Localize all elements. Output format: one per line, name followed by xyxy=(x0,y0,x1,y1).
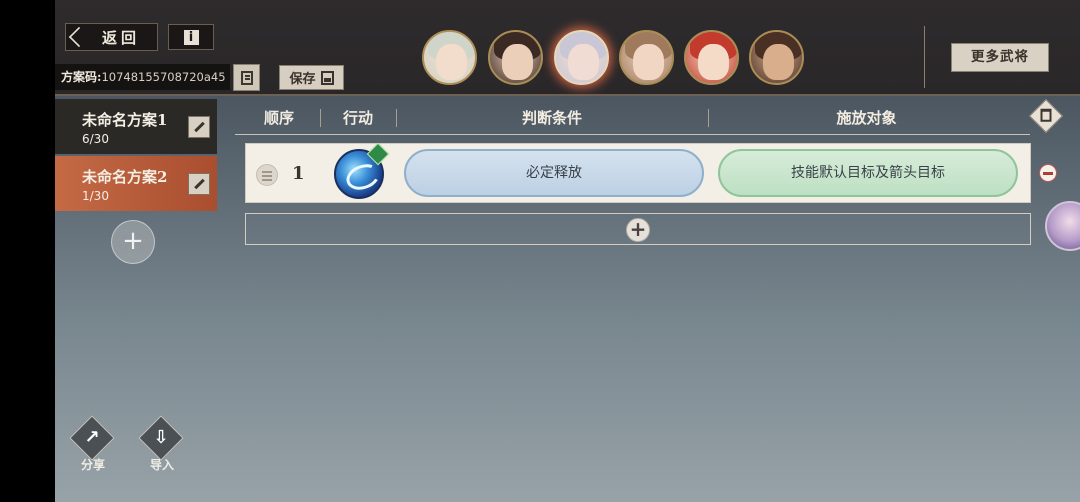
hero-portrait-4[interactable] xyxy=(619,30,674,85)
plan-count: 6/30 xyxy=(82,132,109,146)
plan-item-1[interactable]: 未命名方案1 6/30 xyxy=(55,99,217,154)
download-arrow-icon: ⇩ xyxy=(153,427,169,448)
hero-portrait-6[interactable] xyxy=(749,30,804,85)
side-avatar-icon[interactable] xyxy=(1045,201,1080,251)
trash-icon xyxy=(1040,108,1052,122)
back-button[interactable]: 返回 xyxy=(65,23,158,51)
copy-icon xyxy=(240,70,253,85)
condition-pill[interactable]: 必定释放 xyxy=(404,149,704,197)
hero-portrait-5[interactable] xyxy=(684,30,739,85)
remove-row-button[interactable] xyxy=(1039,164,1057,182)
plan-count: 1/30 xyxy=(82,189,109,203)
table-row[interactable]: 1 必定释放 技能默认目标及箭头目标 xyxy=(245,142,1031,203)
more-generals-button[interactable]: 更多武将 xyxy=(951,43,1049,72)
save-label: 保存 xyxy=(289,72,316,87)
import-label: 导入 xyxy=(149,458,174,472)
share-button[interactable]: ↗ 分享 xyxy=(68,415,118,474)
back-label: 返回 xyxy=(102,28,141,47)
add-plan-button[interactable]: + xyxy=(111,220,155,264)
delete-all-button[interactable] xyxy=(1029,99,1063,133)
target-pill[interactable]: 技能默认目标及箭头目标 xyxy=(718,149,1018,197)
info-icon: i xyxy=(183,29,199,45)
header-target: 施放对象 xyxy=(836,109,897,127)
hero-3-face xyxy=(568,44,599,80)
pencil-icon xyxy=(193,178,205,190)
plan-code-field: 方案码:10748155708720a45 xyxy=(55,64,230,90)
header-divider xyxy=(320,109,321,127)
plan-item-2-selected[interactable]: 未命名方案2 1/30 xyxy=(55,156,217,211)
header-action: 行动 xyxy=(342,109,373,127)
header-condition: 判断条件 xyxy=(521,109,582,127)
plan-name: 未命名方案2 xyxy=(82,168,168,186)
save-disk-icon xyxy=(320,70,334,85)
edit-plan-1-button[interactable] xyxy=(188,116,210,138)
hero-2-face xyxy=(502,44,533,80)
top-bar: 返回 i 方案码:10748155708720a45 保存 更多武将 xyxy=(55,0,1080,96)
table-header: 顺序 行动 判断条件 施放对象 xyxy=(235,99,1030,135)
add-row-bar[interactable]: + xyxy=(245,213,1031,245)
game-screen: 返回 i 方案码:10748155708720a45 保存 更多武将 未命名方案… xyxy=(55,0,1080,502)
left-black-bar xyxy=(0,0,55,502)
hero-4-face xyxy=(633,44,664,80)
drag-handle-icon[interactable] xyxy=(256,164,278,186)
hero-1-face xyxy=(436,44,467,80)
top-divider xyxy=(924,26,925,88)
hero-portrait-3-selected[interactable] xyxy=(554,30,609,85)
pencil-icon xyxy=(193,121,205,133)
hero-5-face xyxy=(698,44,729,80)
hero-6-face xyxy=(763,44,794,80)
share-arrow-icon: ↗ xyxy=(84,427,100,448)
edit-plan-2-button[interactable] xyxy=(188,173,210,195)
plan-code-label: 方案码: xyxy=(61,70,102,84)
header-order: 顺序 xyxy=(263,109,294,127)
share-label: 分享 xyxy=(80,458,105,472)
plus-icon: + xyxy=(626,218,650,242)
info-button[interactable]: i xyxy=(168,24,214,50)
plan-name: 未命名方案1 xyxy=(82,111,168,129)
copy-code-button[interactable] xyxy=(233,64,260,91)
hero-portrait-1[interactable] xyxy=(422,30,477,85)
save-button[interactable]: 保存 xyxy=(279,65,344,90)
row-order: 1 xyxy=(292,163,305,184)
hero-portrait-2[interactable] xyxy=(488,30,543,85)
back-arrow-icon xyxy=(68,26,90,48)
plan-code-value: 10748155708720a45 xyxy=(101,70,226,84)
import-button[interactable]: ⇩ 导入 xyxy=(137,415,187,474)
